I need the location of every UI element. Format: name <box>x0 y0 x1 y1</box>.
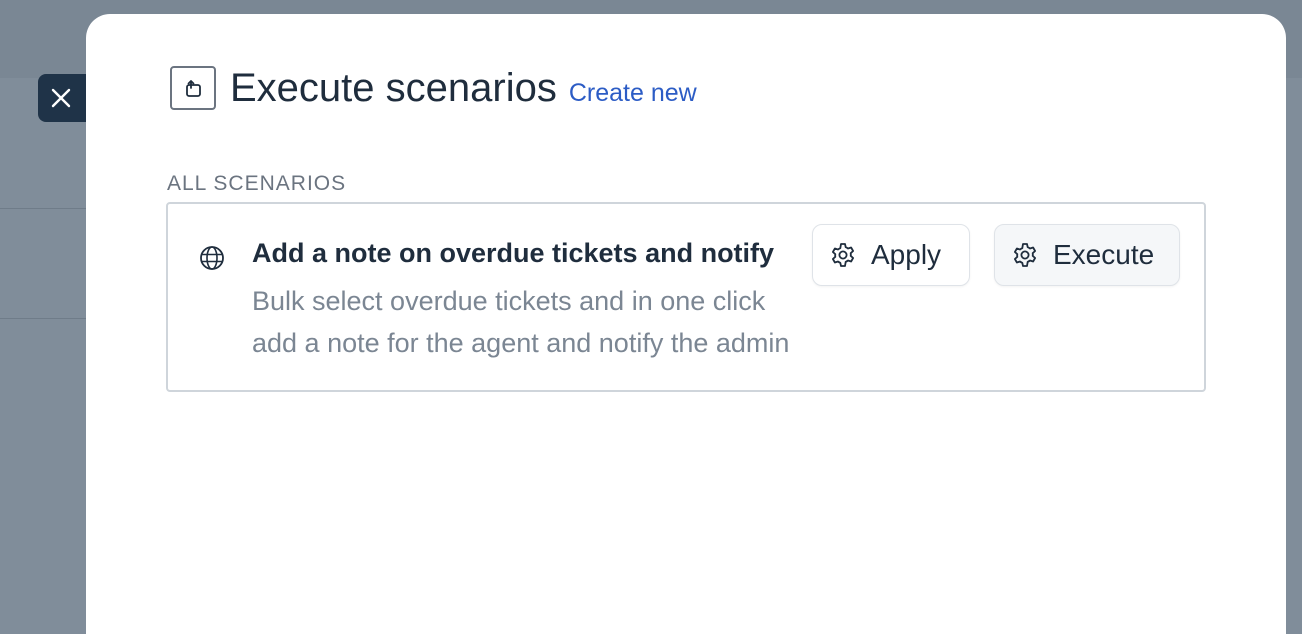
page-title: Execute scenarios <box>230 66 557 110</box>
backdrop-divider <box>0 318 90 319</box>
gear-icon <box>832 243 854 267</box>
scenario-card: Add a note on overdue tickets and notify… <box>166 202 1206 392</box>
create-new-link[interactable]: Create new <box>569 79 697 108</box>
apply-button[interactable]: Apply <box>812 224 970 286</box>
section-label: ALL SCENARIOS <box>167 172 347 195</box>
apply-button-label: Apply <box>871 239 942 270</box>
scenario-title: Add a note on overdue tickets and notify <box>252 238 775 268</box>
execute-button[interactable]: Execute <box>994 224 1180 286</box>
scenario-automation-icon <box>170 66 216 110</box>
scenario-description: Bulk select overdue tickets and in one c… <box>252 286 790 358</box>
modal-header: Execute scenarios Create new <box>170 64 697 112</box>
execute-button-label: Execute <box>1053 239 1155 270</box>
backdrop-divider <box>0 208 90 209</box>
close-icon <box>51 88 71 108</box>
globe-icon <box>200 246 224 270</box>
execute-scenarios-modal: Execute scenarios Create new ALL SCENARI… <box>86 14 1286 634</box>
gear-icon <box>1014 243 1036 267</box>
